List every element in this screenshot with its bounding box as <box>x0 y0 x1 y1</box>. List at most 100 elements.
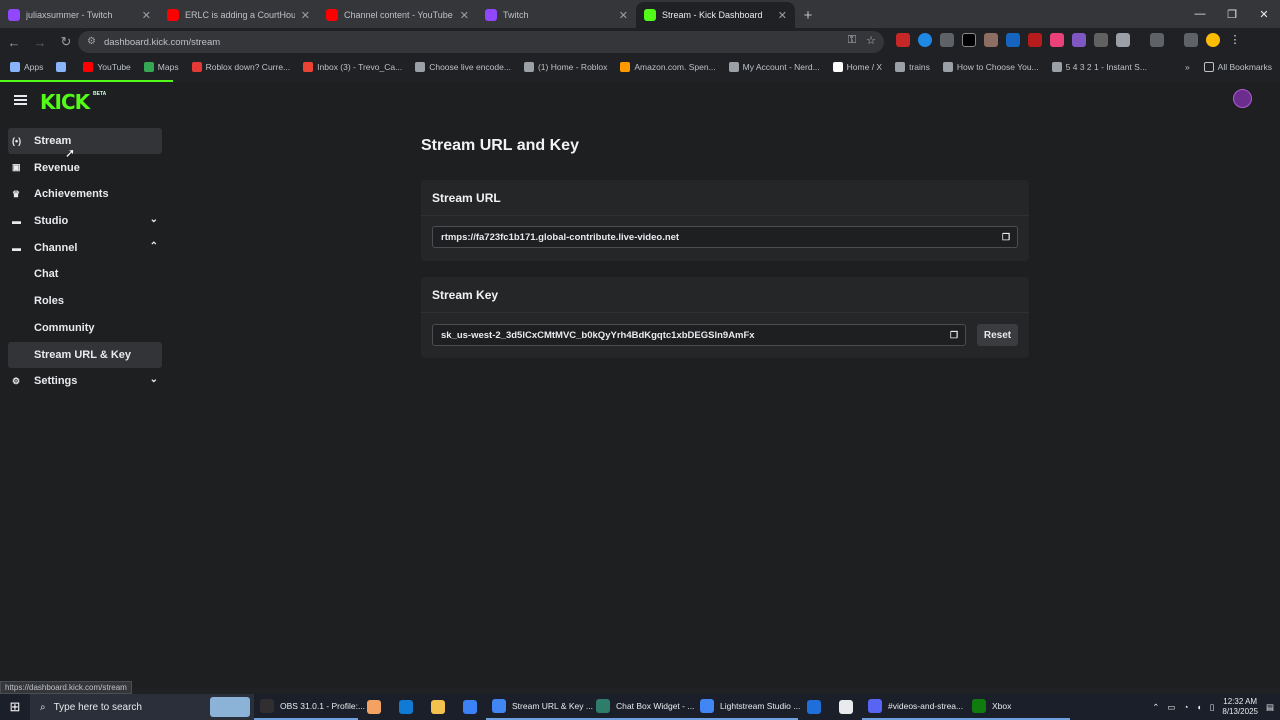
address-bar[interactable]: ⚙ dashboard.kick.com/stream ⚿ ☆ <box>78 31 884 53</box>
taskbar-app[interactable] <box>830 694 862 720</box>
extension-icon[interactable] <box>940 33 954 47</box>
taskbar-app[interactable] <box>454 694 486 720</box>
stream-url-field[interactable]: rtmps://fa723fc1b171.global-contribute.l… <box>432 226 1018 248</box>
bookmark-item[interactable]: My Account - Nerd... <box>728 62 820 72</box>
menu-dots-icon[interactable]: ⋮ <box>1228 33 1242 47</box>
site-info-icon[interactable]: ⚙ <box>87 36 96 47</box>
password-key-icon[interactable]: ⚿ <box>848 34 856 47</box>
chevron-down-icon[interactable]: ⌄ <box>150 214 158 225</box>
taskbar-app[interactable] <box>422 694 454 720</box>
sidebar-item-stream[interactable]: (•) Stream <box>8 128 162 154</box>
taskbar-app[interactable]: #videos-and-strea... <box>862 694 966 720</box>
extensions-puzzle-icon[interactable] <box>1116 33 1130 47</box>
browser-tab[interactable]: juliaxsummer - Twitch ✕ <box>0 2 159 28</box>
volume-icon[interactable]: ◖ <box>1197 702 1202 712</box>
bookmark-item[interactable]: Choose live encode... <box>415 62 511 72</box>
extension-icon[interactable] <box>896 33 910 47</box>
sidebar-item-settings[interactable]: ⚙ Settings ⌄ <box>8 368 162 394</box>
taskbar-app[interactable] <box>390 694 422 720</box>
sidebar-item-chat[interactable]: Chat <box>8 261 162 287</box>
bookmark-label: Home / X <box>846 62 883 72</box>
taskbar-app[interactable]: Stream URL & Key ... <box>486 694 593 720</box>
extension-icon[interactable] <box>918 33 932 47</box>
bookmark-item[interactable]: 5 4 3 2 1 - Instant S... <box>1051 62 1147 72</box>
restore-icon[interactable]: ❐ <box>1216 0 1248 28</box>
extension-icon[interactable] <box>1006 33 1020 47</box>
bookmark-item[interactable]: YouTube <box>83 62 131 72</box>
bookmark-item[interactable]: Home / X <box>832 62 883 72</box>
windows-start-icon[interactable]: ⊞ <box>0 699 30 715</box>
reset-button[interactable]: Reset <box>977 324 1018 346</box>
back-icon[interactable]: ← <box>2 30 26 54</box>
taskbar-app[interactable] <box>798 694 830 720</box>
browser-tab[interactable]: Channel content - YouTube Studio ✕ <box>318 2 477 28</box>
bookmark-item[interactable]: Apps <box>10 62 43 72</box>
gear-icon: ⚙ <box>12 375 21 386</box>
all-bookmarks[interactable]: All Bookmarks <box>1203 62 1272 72</box>
kick-logo[interactable]: KICK <box>40 90 90 114</box>
close-tab-icon[interactable]: ✕ <box>778 9 787 22</box>
extension-icon[interactable] <box>1050 33 1064 47</box>
tray-chevron-icon[interactable]: ⌃ <box>1152 702 1159 713</box>
bookmark-item[interactable]: Amazon.com. Spen... <box>620 62 716 72</box>
sidebar-item-community[interactable]: Community <box>8 315 162 341</box>
app-icon <box>839 700 853 714</box>
extension-icon[interactable] <box>1028 33 1042 47</box>
sidebar-item-channel[interactable]: ▬ Channel ⌃ <box>8 235 162 261</box>
browser-tab[interactable]: Stream - Kick Dashboard ✕ <box>636 2 795 28</box>
taskbar-app[interactable]: Lightstream Studio ... <box>694 694 800 720</box>
taskbar-app[interactable]: Chat Box Widget - ... <box>590 694 694 720</box>
taskbar-app[interactable]: Xbox <box>966 694 1070 720</box>
sidebar-item-roles[interactable]: Roles <box>8 288 162 314</box>
bookmark-star-icon[interactable]: ☆ <box>866 34 876 47</box>
close-window-icon[interactable]: ✕ <box>1248 0 1280 28</box>
minimize-icon[interactable]: — <box>1184 0 1216 28</box>
bookmark-item[interactable]: How to Choose You... <box>942 62 1039 72</box>
chevron-down-icon[interactable]: ⌄ <box>150 374 158 385</box>
all-bookmarks-label: All Bookmarks <box>1217 62 1272 72</box>
close-tab-icon[interactable]: ✕ <box>619 9 628 22</box>
wifi-icon[interactable]: ◔ <box>1183 702 1188 712</box>
browser-tab[interactable]: ERLC is adding a CourtHouse? ✕ <box>159 2 318 28</box>
side-panel-icon[interactable] <box>1150 33 1164 47</box>
extension-icon[interactable] <box>1072 33 1086 47</box>
hamburger-menu-icon[interactable] <box>14 95 27 105</box>
extension-icon[interactable] <box>984 33 998 47</box>
sidebar-item-revenue[interactable]: ▣ Revenue <box>8 155 162 181</box>
profile-avatar-icon[interactable] <box>1206 33 1220 47</box>
bookmark-item[interactable] <box>56 62 70 72</box>
close-tab-icon[interactable]: ✕ <box>142 9 151 22</box>
bookmark-item[interactable]: trains <box>895 62 930 72</box>
close-tab-icon[interactable]: ✕ <box>460 9 469 22</box>
taskbar-app[interactable] <box>358 694 390 720</box>
tab-title: Channel content - YouTube Studio <box>344 10 454 20</box>
copy-icon[interactable]: ❐ <box>950 330 959 340</box>
stream-key-field[interactable]: sk_us-west-2_3d5lCxCMtMVC_b0kQyYrh4BdKgq… <box>432 324 966 346</box>
reload-icon[interactable]: ↻ <box>54 30 78 54</box>
battery-icon[interactable]: ▯ <box>1210 702 1215 713</box>
taskbar-search[interactable]: ⌕ Type here to search <box>30 694 254 720</box>
sidebar-item-achievements[interactable]: ♛ Achievements <box>8 181 162 207</box>
copy-icon[interactable]: ❐ <box>1002 232 1011 242</box>
network-icon[interactable]: ▭ <box>1167 702 1175 713</box>
new-tab-icon[interactable]: + <box>795 2 821 28</box>
avatar[interactable] <box>1233 89 1252 108</box>
sidebar-item-studio[interactable]: ▬ Studio ⌄ <box>8 208 162 234</box>
chevron-up-icon[interactable]: ⌃ <box>150 241 158 252</box>
forward-icon[interactable]: → <box>28 30 52 54</box>
clock[interactable]: 12:32 AM 8/13/2025 <box>1222 697 1258 717</box>
media-icon[interactable] <box>1184 33 1198 47</box>
bookmark-item[interactable]: Inbox (3) - Trevo_Ca... <box>303 62 402 72</box>
sidebar-item-stream-url-key[interactable]: Stream URL & Key <box>8 341 162 368</box>
taskbar-app[interactable]: OBS 31.0.1 - Profile:... <box>254 694 365 720</box>
extension-icon[interactable] <box>1094 33 1108 47</box>
browser-tab[interactable]: Twitch ✕ <box>477 2 636 28</box>
bookmark-item[interactable]: (1) Home - Roblox <box>523 62 607 72</box>
bookmark-item[interactable]: Maps <box>143 62 179 72</box>
taskbar-app-label: Xbox <box>992 701 1012 711</box>
notifications-icon[interactable]: ▤ <box>1266 702 1274 713</box>
extension-icon[interactable] <box>962 33 976 47</box>
more-bookmarks-icon[interactable]: » <box>1185 62 1190 72</box>
bookmark-item[interactable]: Roblox down? Curre... <box>191 62 290 72</box>
close-tab-icon[interactable]: ✕ <box>301 9 310 22</box>
